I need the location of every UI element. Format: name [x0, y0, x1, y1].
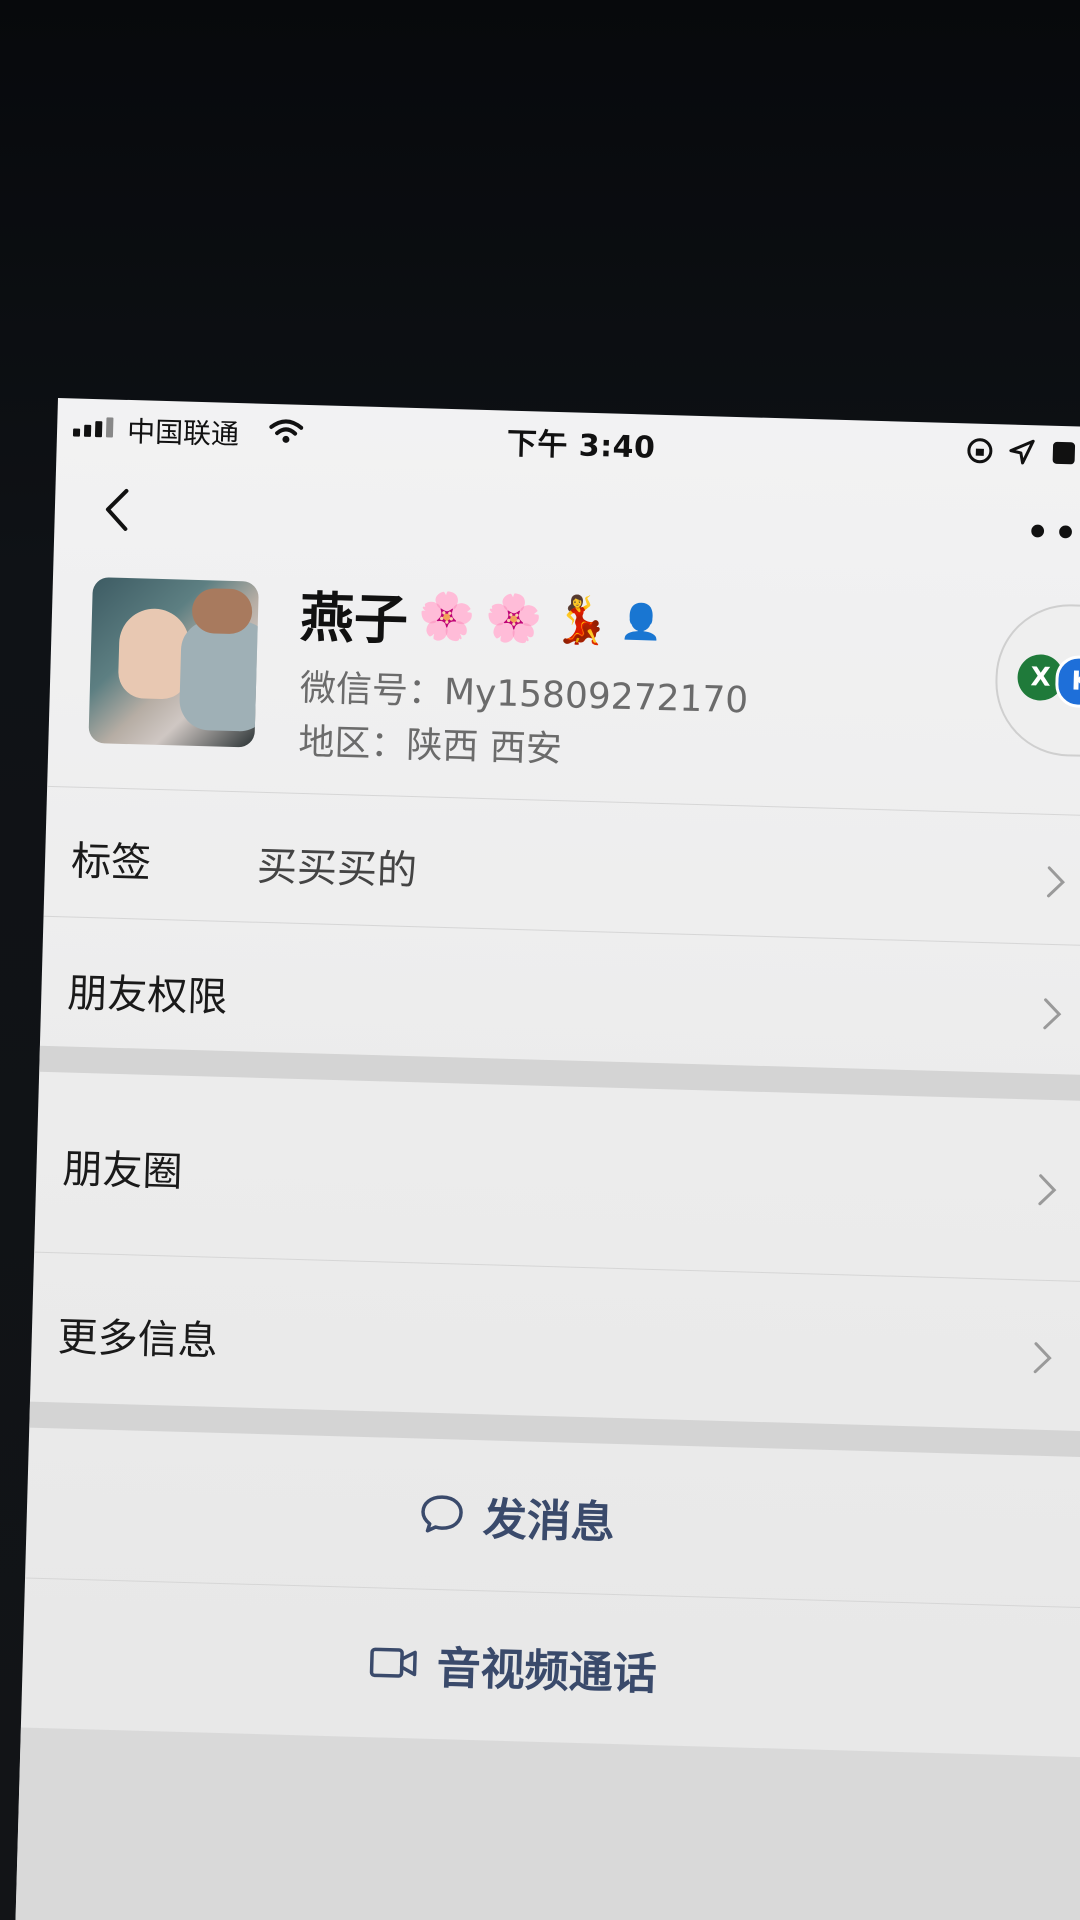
send-message-label: 发消息 — [482, 1494, 616, 1549]
more-info-row[interactable]: 更多信息 — [30, 1252, 1074, 1431]
ellipsis-icon: ••• — [1023, 507, 1080, 561]
more-info-label: 更多信息 — [57, 1314, 219, 1365]
orientation-lock-icon — [967, 438, 993, 464]
flower-emoji-2: 🌸 — [484, 590, 544, 646]
chevron-right-icon — [1046, 866, 1065, 898]
avatar[interactable] — [88, 577, 259, 748]
battery-icon — [1052, 441, 1076, 465]
back-button[interactable] — [86, 479, 148, 541]
contact-name: 燕子 — [299, 585, 409, 652]
moments-row[interactable]: 朋友圈 — [34, 1072, 1079, 1281]
location-arrow-icon — [1009, 439, 1035, 465]
status-indicators — [964, 435, 1079, 468]
chevron-left-icon — [105, 488, 129, 531]
more-options-button[interactable]: ••• — [1024, 507, 1080, 560]
status-pill-button[interactable]: X K — [993, 602, 1080, 760]
status-time: 下午 3:40 — [506, 426, 656, 466]
person-emoji: 👤 — [619, 601, 663, 643]
dancer-emoji: 💃 — [551, 591, 611, 648]
chevron-right-icon — [1038, 1174, 1057, 1206]
photo-backdrop: 中国联通 下午 3:40 ••• 燕子 🌸 🌸 💃 👤 微信号：My158092… — [0, 0, 1080, 1920]
wifi-icon — [269, 419, 304, 443]
bottom-area — [14, 1727, 1080, 1920]
chevron-right-icon — [1043, 998, 1062, 1030]
region: 地区：陕西 西安 — [297, 721, 563, 771]
chevron-right-icon — [1033, 1342, 1052, 1374]
moments-label: 朋友圈 — [61, 1146, 184, 1196]
wechat-id: 微信号：My15809272170 — [299, 667, 749, 722]
phone-screen: 中国联通 下午 3:40 ••• 燕子 🌸 🌸 💃 👤 微信号：My158092… — [14, 398, 1080, 1920]
signal-strength-icon — [72, 416, 114, 438]
flower-emoji-1: 🌸 — [417, 588, 477, 644]
chat-bubble-icon — [421, 1495, 463, 1533]
video-camera-icon — [369, 1647, 417, 1678]
video-call-label: 音视频通话 — [435, 1643, 658, 1701]
tags-value: 买买买的 — [256, 843, 418, 895]
carrier-name: 中国联通 — [126, 414, 240, 452]
name-row: 燕子 🌸 🌸 💃 👤 — [299, 573, 663, 662]
tags-label: 标签 — [70, 838, 152, 887]
friend-permissions-label: 朋友权限 — [66, 970, 228, 1021]
status-bar: 中国联通 下午 3:40 — [56, 398, 1077, 486]
